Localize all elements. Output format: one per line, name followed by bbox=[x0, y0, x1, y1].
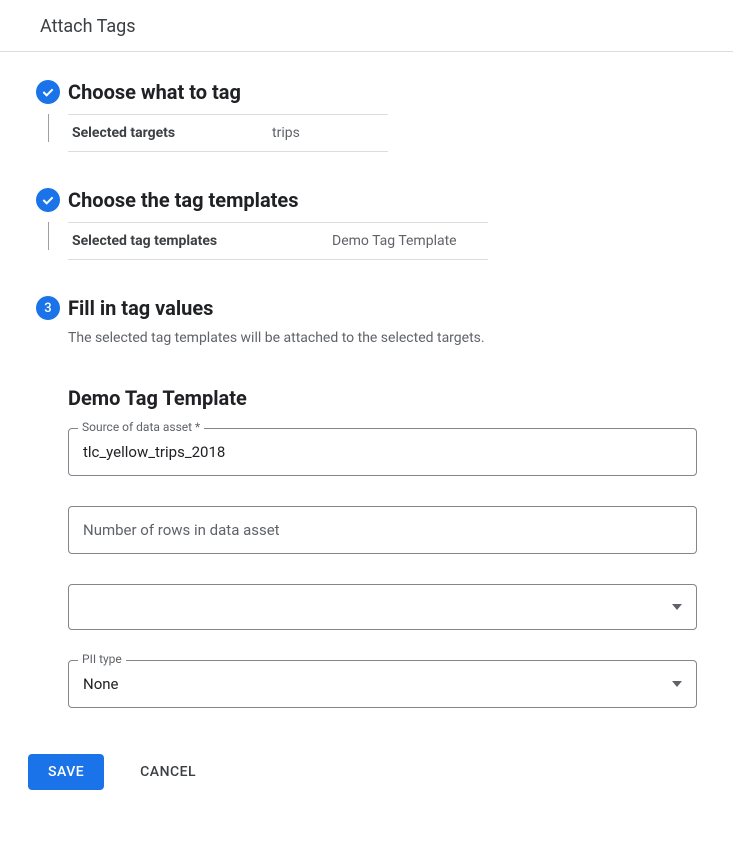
chevron-down-icon bbox=[672, 604, 682, 610]
cancel-button[interactable]: CANCEL bbox=[132, 754, 204, 790]
step-indicator bbox=[28, 188, 68, 250]
step-description: The selected tag templates will be attac… bbox=[68, 330, 697, 346]
summary-label: Selected targets bbox=[72, 125, 272, 141]
step-title: Choose what to tag bbox=[68, 80, 713, 104]
step-title: Choose the tag templates bbox=[68, 188, 713, 212]
step-complete-icon bbox=[36, 188, 60, 212]
step-number-badge: 3 bbox=[36, 296, 60, 320]
step-connector bbox=[48, 114, 49, 142]
field-rows bbox=[68, 506, 697, 554]
save-button[interactable]: SAVE bbox=[28, 754, 104, 790]
step-indicator: 3 bbox=[28, 296, 68, 320]
step-choose-target: Choose what to tag Selected targets trip… bbox=[28, 80, 713, 152]
step-choose-templates: Choose the tag templates Selected tag te… bbox=[28, 188, 713, 260]
field-label: Source of data asset * bbox=[78, 420, 204, 434]
step-fill-values: 3 Fill in tag values The selected tag te… bbox=[28, 296, 713, 726]
summary-table: Selected tag templates Demo Tag Template bbox=[68, 222, 488, 260]
dialog-title: Attach Tags bbox=[40, 16, 136, 37]
field-source: Source of data asset * bbox=[68, 428, 697, 476]
step-title: Fill in tag values bbox=[68, 296, 697, 320]
summary-value: Demo Tag Template bbox=[332, 233, 457, 249]
field-unnamed-select bbox=[68, 584, 697, 630]
step-indicator bbox=[28, 80, 68, 142]
step-complete-icon bbox=[36, 80, 60, 104]
dialog-content: Choose what to tag Selected targets trip… bbox=[0, 52, 733, 746]
step-number: 3 bbox=[44, 301, 51, 316]
source-input-wrapper[interactable] bbox=[68, 428, 697, 476]
unnamed-select[interactable] bbox=[68, 584, 697, 630]
check-icon bbox=[40, 84, 56, 100]
field-pii-type: PII type None bbox=[68, 660, 697, 708]
template-title: Demo Tag Template bbox=[68, 386, 697, 410]
dialog-header: Attach Tags bbox=[0, 0, 733, 52]
dialog-actions: SAVE CANCEL bbox=[0, 746, 733, 810]
summary-value: trips bbox=[272, 125, 300, 141]
step-connector bbox=[48, 222, 49, 250]
source-input[interactable] bbox=[83, 443, 682, 461]
pii-select[interactable]: None bbox=[68, 660, 697, 708]
check-icon bbox=[40, 192, 56, 208]
select-value: None bbox=[83, 675, 664, 693]
chevron-down-icon bbox=[672, 681, 682, 687]
summary-row: Selected targets trips bbox=[68, 115, 388, 152]
summary-table: Selected targets trips bbox=[68, 114, 388, 152]
summary-label: Selected tag templates bbox=[72, 233, 332, 249]
rows-input-wrapper[interactable] bbox=[68, 506, 697, 554]
rows-input[interactable] bbox=[83, 521, 682, 539]
field-label: PII type bbox=[78, 652, 126, 666]
summary-row: Selected tag templates Demo Tag Template bbox=[68, 223, 488, 260]
